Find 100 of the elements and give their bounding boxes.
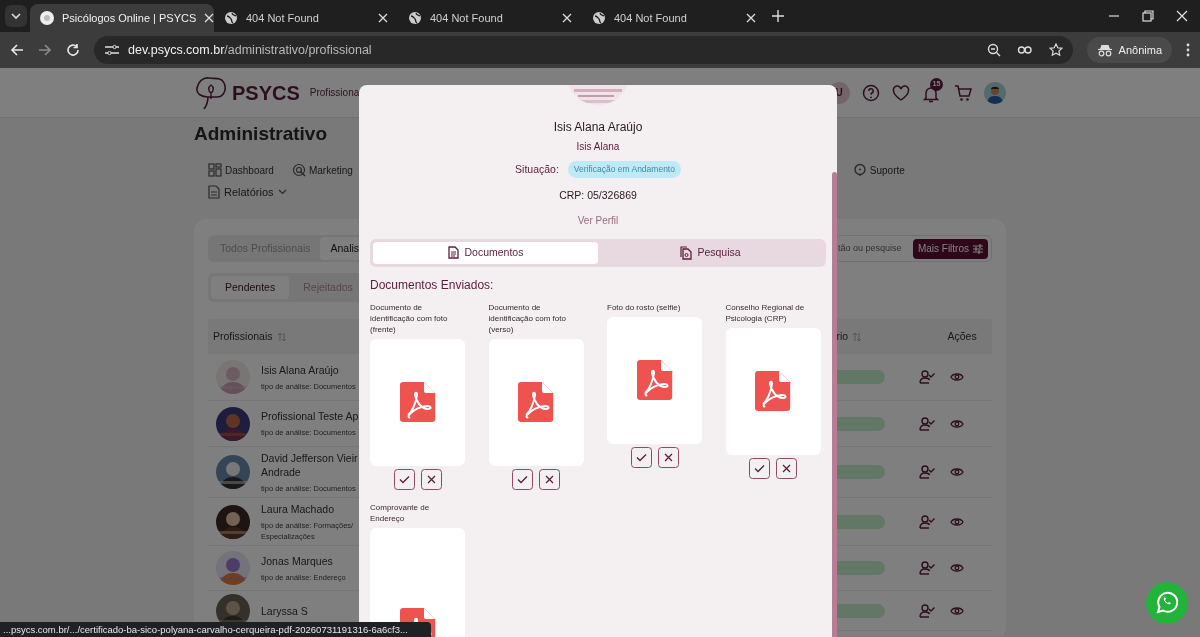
tab-title: Psicólogos Online | PSYCS	[62, 10, 197, 26]
professional-nickname: Isis Alana	[576, 140, 620, 154]
user-check-icon[interactable]	[919, 514, 935, 529]
browser-tab[interactable]: Psicólogos Online | PSYCS	[30, 4, 214, 32]
reject-button[interactable]	[420, 468, 442, 490]
tab-title: 404 Not Found	[246, 10, 320, 26]
dashboard-icon	[208, 163, 222, 177]
pdf-icon	[399, 382, 436, 422]
reject-button[interactable]	[657, 446, 679, 468]
crp-number: CRP: 05/326869	[559, 187, 637, 203]
approve-button[interactable]	[630, 446, 652, 468]
tree-logo-icon	[194, 74, 228, 111]
eye-icon[interactable]	[950, 516, 964, 527]
status-url-tooltip: ...psycs.com.br/.../certificado-ba-sico-polyana-carvalho-cerqueira-pdf-20260731191316-6a6cf3...	[0, 622, 431, 637]
incognito-profile-button[interactable]: Anônima	[1086, 37, 1172, 63]
nav-item[interactable]: Marketing	[291, 162, 353, 178]
approve-button[interactable]	[749, 457, 770, 479]
user-check-icon[interactable]	[919, 561, 935, 575]
status-label: Situação:	[515, 161, 559, 177]
document-icon	[447, 245, 460, 260]
close-icon[interactable]	[204, 13, 215, 23]
pdf-icon	[755, 371, 791, 411]
user-check-icon[interactable]	[919, 465, 935, 479]
restore-icon[interactable]	[1142, 10, 1154, 22]
approve-button[interactable]	[393, 468, 415, 490]
cart-icon[interactable]	[954, 83, 972, 102]
browser-tab[interactable]: 404 Not Found	[214, 4, 398, 32]
nav-item[interactable]: Dashboard	[208, 162, 274, 178]
user-check-icon[interactable]	[919, 416, 935, 431]
tab-title: 404 Not Found	[614, 10, 688, 26]
eye-icon[interactable]	[950, 605, 964, 616]
report-icon	[208, 185, 220, 199]
incognito-icon	[1096, 43, 1113, 57]
forward-icon[interactable]	[38, 43, 52, 57]
globe-icon	[224, 11, 238, 25]
reload-icon[interactable]	[66, 43, 80, 57]
pdf-icon	[518, 382, 554, 422]
document-label: Foto do rosto (selfie)	[607, 301, 682, 313]
professional-name: Isis Alana Araújo	[553, 119, 643, 136]
target-icon	[291, 163, 306, 177]
column-header: Profissionais	[213, 328, 273, 344]
professional-name: Isis Alana Araújo	[261, 362, 340, 377]
section-title: Documentos Enviados:	[370, 276, 495, 294]
support-icon	[852, 163, 867, 177]
document-label: Conselho Regional de Psicologia (CRP)	[725, 301, 806, 324]
star-icon[interactable]	[1048, 43, 1063, 57]
nav-item[interactable]: Relatórios	[208, 183, 287, 201]
modal-tab[interactable]: Documentos	[373, 241, 598, 264]
reject-button[interactable]	[539, 468, 560, 490]
document-label: Comprovante de Endereço	[370, 501, 431, 524]
close-icon[interactable]	[746, 13, 756, 23]
page-title: Administrativo	[194, 121, 328, 146]
eye-icon[interactable]	[950, 563, 964, 573]
professional-name: Laryssa S	[261, 603, 309, 618]
logo-text: PSYCS	[232, 80, 300, 106]
user-check-icon[interactable]	[919, 370, 935, 384]
reject-button[interactable]	[776, 457, 797, 479]
professional-name: Jonas Marques	[261, 553, 334, 568]
chevron-down-icon	[277, 189, 287, 195]
sliders-icon	[973, 243, 983, 254]
whatsapp-button[interactable]	[1146, 582, 1188, 624]
close-icon[interactable]	[378, 13, 388, 23]
profile-link[interactable]: Ver Perfil	[577, 212, 619, 228]
scrollbar-thumb[interactable]	[832, 172, 837, 637]
modal-tab[interactable]: Pesquisa	[598, 241, 823, 264]
status-tab[interactable]: Pendentes	[211, 276, 290, 299]
new-tab-icon[interactable]	[772, 10, 784, 22]
user-check-icon[interactable]	[919, 603, 935, 618]
address-bar[interactable]: dev.psycs.com.br/administrativo/profissional	[94, 36, 1073, 64]
close-icon[interactable]	[562, 13, 572, 23]
close-icon[interactable]	[1176, 10, 1188, 22]
documents-icon	[680, 245, 693, 260]
search-field[interactable]: tão ou pesquise	[837, 241, 910, 256]
tune-icon	[104, 43, 120, 57]
eye-icon[interactable]	[950, 467, 964, 477]
browser-tab[interactable]: 404 Not Found	[582, 4, 766, 32]
column-header: rio	[836, 328, 849, 344]
tab-title: 404 Not Found	[430, 10, 504, 26]
nav-item[interactable]: Suporte	[852, 162, 905, 178]
nav-link[interactable]: Profissiona	[309, 85, 360, 100]
heart-icon[interactable]	[892, 84, 910, 101]
status-badge: Verificação em Andamento	[567, 161, 681, 178]
user-avatar-icon[interactable]	[984, 81, 1006, 104]
zoom-out-icon[interactable]	[986, 43, 1001, 57]
help-icon[interactable]	[862, 83, 880, 102]
browser-tab[interactable]: 404 Not Found	[398, 4, 582, 32]
column-header: Ações	[947, 328, 977, 344]
professional-name: Laura Machado	[261, 501, 335, 516]
globe-icon	[408, 11, 422, 25]
filters-button[interactable]: Mais Filtros	[912, 238, 988, 259]
approve-button[interactable]	[512, 468, 533, 490]
eye-icon[interactable]	[950, 372, 964, 382]
globe-icon	[592, 11, 606, 25]
menu-icon[interactable]	[1186, 43, 1190, 57]
tab-search-button[interactable]	[5, 5, 27, 27]
eye-icon[interactable]	[950, 418, 964, 429]
back-icon[interactable]	[10, 43, 24, 57]
professional-name: Profissional Teste Ap	[261, 409, 359, 423]
site-icon	[40, 11, 54, 25]
professional-name: David Jefferson Vieir Andrade	[261, 450, 359, 479]
